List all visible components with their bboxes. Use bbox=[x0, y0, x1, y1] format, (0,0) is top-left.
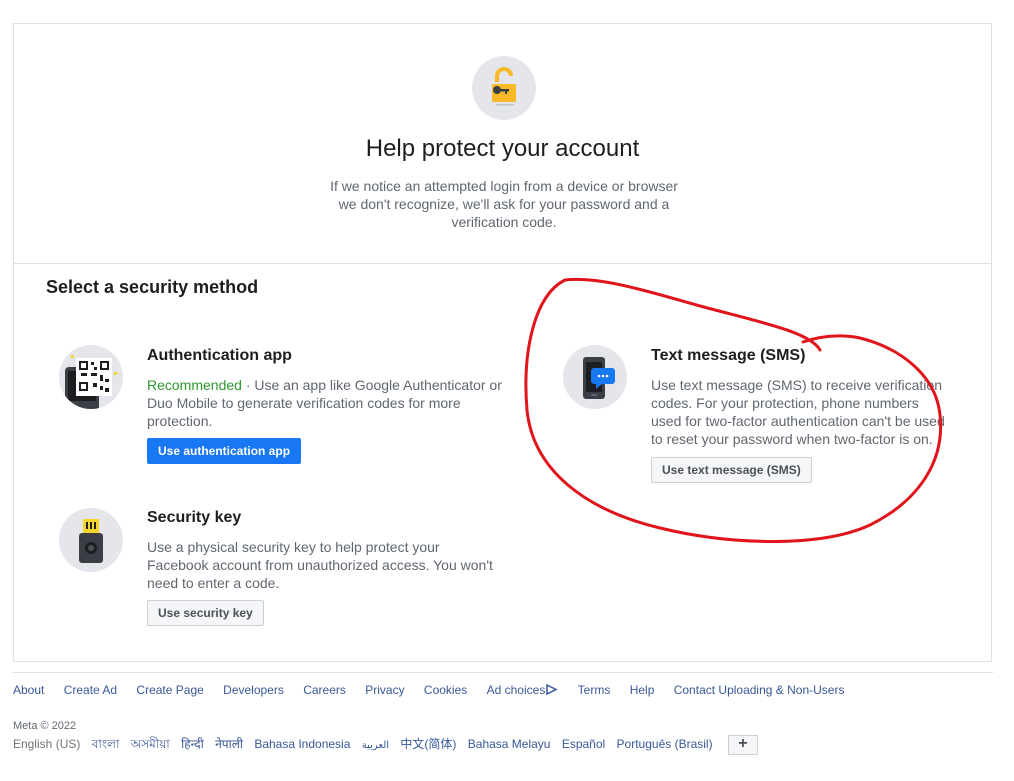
usb-key-icon bbox=[59, 508, 123, 572]
language-link[interactable]: हिन्दी bbox=[181, 737, 204, 751]
language-link[interactable]: Español bbox=[562, 737, 605, 751]
hero-section: Help protect your account If we notice a… bbox=[14, 24, 991, 264]
language-link[interactable]: অসমীয়া bbox=[131, 737, 170, 751]
auth-app-description: Recommended · Use an app like Google Aut… bbox=[147, 376, 512, 430]
sms-title: Text message (SMS) bbox=[651, 347, 806, 364]
current-language: English (US) bbox=[13, 737, 81, 752]
copyright: Meta © 2022 bbox=[13, 720, 77, 732]
section-title: Select a security method bbox=[46, 277, 259, 297]
language-link[interactable]: नेपाली bbox=[215, 737, 243, 751]
ad-choices-icon bbox=[546, 683, 559, 696]
footer-link-contact-uploading[interactable]: Contact Uploading & Non-Users bbox=[674, 683, 845, 697]
security-key-description: Use a physical security key to help prot… bbox=[147, 539, 493, 591]
page-description: If we notice an attempted login from a d… bbox=[330, 178, 678, 230]
phone-chat-icon bbox=[563, 345, 627, 409]
footer-link-privacy[interactable]: Privacy bbox=[365, 683, 404, 697]
language-link[interactable]: Bahasa Indonesia bbox=[254, 737, 350, 751]
auth-app-title: Authentication app bbox=[147, 347, 292, 364]
footer-link-create-page[interactable]: Create Page bbox=[136, 683, 203, 697]
footer-link-terms[interactable]: Terms bbox=[578, 683, 611, 697]
more-languages-button[interactable]: + bbox=[727, 735, 758, 755]
use-text-message-button[interactable]: Use text message (SMS) bbox=[651, 457, 812, 483]
sms-description: Use text message (SMS) to receive verifi… bbox=[651, 377, 945, 447]
footer-link-careers[interactable]: Careers bbox=[303, 683, 346, 697]
language-link[interactable]: বাংলা bbox=[92, 737, 120, 751]
lock-icon bbox=[472, 56, 536, 120]
footer-link-cookies[interactable]: Cookies bbox=[424, 683, 467, 697]
footer-link-ad-choices[interactable]: Ad choices bbox=[487, 683, 559, 697]
language-link[interactable]: 中文(简体) bbox=[400, 737, 456, 751]
language-list: English (US) বাংলা অসমীয়া हिन्दी नेपाली… bbox=[13, 735, 766, 756]
page-title: Help protect your account bbox=[365, 135, 640, 162]
use-authentication-app-button[interactable]: Use authentication app bbox=[147, 438, 302, 464]
footer-link-about[interactable]: About bbox=[13, 683, 44, 697]
recommended-label: Recommended bbox=[147, 377, 242, 393]
security-key-title: Security key bbox=[147, 509, 242, 526]
use-security-key-button[interactable]: Use security key bbox=[147, 600, 264, 626]
language-link[interactable]: Bahasa Melayu bbox=[468, 737, 551, 751]
qr-code-icon bbox=[59, 345, 123, 409]
language-link[interactable]: العربية bbox=[362, 740, 389, 751]
ad-choices-label: Ad choices bbox=[486, 683, 546, 697]
footer-link-developers[interactable]: Developers bbox=[223, 683, 284, 697]
language-link[interactable]: Português (Brasil) bbox=[617, 737, 713, 751]
footer-link-create-ad[interactable]: Create Ad bbox=[64, 683, 117, 697]
footer-link-help[interactable]: Help bbox=[630, 683, 655, 697]
footer-links: About Create Ad Create Page Developers C… bbox=[13, 672, 993, 697]
